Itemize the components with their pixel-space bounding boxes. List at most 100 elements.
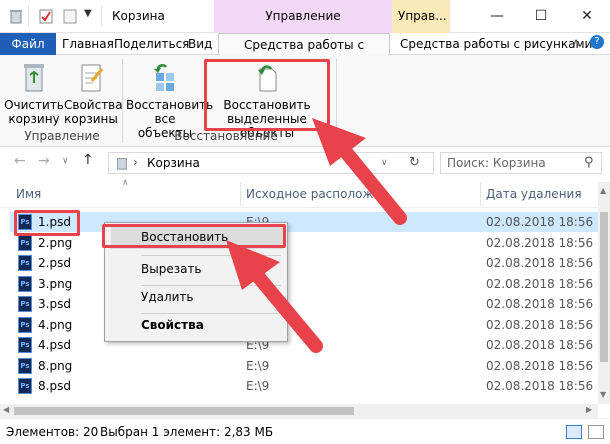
tab-picture-tools[interactable]: Средства работы с рисунками [394,33,598,55]
restore-all-icon [154,64,174,91]
chevron-down-icon[interactable]: ∨ [62,156,69,166]
menu-item-delete[interactable]: Удалить [111,287,283,309]
up-icon[interactable]: ↑ [82,152,94,168]
empty-recycle-bin-button[interactable]: Очистить корзину [4,61,64,126]
image-file-icon: Ps [18,357,32,374]
scroll-thumb[interactable] [600,212,608,362]
help-icon[interactable]: ? [590,35,604,49]
status-bar: Элементов: 20 Выбран 1 элемент: 2,83 МБ [0,418,610,444]
table-row[interactable]: Ps 3.psd 02.08.2018 18:56 [10,294,598,314]
file-date: 02.08.2018 18:56 [486,317,594,332]
recycle-bin-properties-button[interactable]: Свойства корзины [64,61,123,126]
breadcrumb-chevron-icon: › [133,155,138,169]
table-row[interactable]: Ps 2.psd 02.08.2018 18:56 [10,253,598,273]
maximize-icon[interactable]: ☐ [526,4,556,28]
file-name: 4.png [38,317,73,332]
column-header-name[interactable]: Имя [16,187,41,201]
file-date: 02.08.2018 18:56 [486,358,594,373]
menu-item-properties[interactable]: Свойства [111,315,283,337]
group-separator [336,59,337,143]
chevron-down-icon[interactable]: ∨ [381,158,388,168]
sort-up-icon: ∧ [122,178,129,188]
recycle-bin-icon [24,64,44,92]
properties-icon[interactable] [38,8,54,24]
menu-item-cut[interactable]: Вырезать [111,259,283,281]
refresh-icon[interactable]: ↻ [409,155,420,170]
scroll-down-icon[interactable]: ▼ [600,390,606,399]
file-location: E:\9 [246,358,270,373]
column-header-date[interactable]: Дата удаления [486,187,582,201]
tiles-view-icon[interactable] [588,425,604,439]
file-name: 3.png [38,276,73,291]
highlight-box [204,59,330,131]
column-headers: ∧ Имя Исходное расположе... Дата удалени… [0,178,598,208]
photoshop-file-icon: Ps [18,378,32,394]
table-row[interactable]: Ps 8.psd E:\9 02.08.2018 18:56 [10,376,598,396]
menu-separator [141,313,281,314]
details-view-icon[interactable] [566,425,582,439]
contextual-tab-manage[interactable]: Управление [214,0,392,33]
chevron-up-icon[interactable]: ∧ [572,36,580,49]
file-date: 02.08.2018 18:56 [486,215,594,229]
recycle-bin-icon [117,158,127,170]
column-divider[interactable] [480,182,481,206]
bin-props-label-2: корзины [64,112,118,126]
tab-recycle-bin-tools[interactable]: Средства работы с корзиной [218,33,390,74]
close-icon[interactable]: ✕ [572,4,602,28]
contextual-tab-manage-2[interactable]: Управ... [392,0,450,33]
file-date: 02.08.2018 18:56 [486,379,594,393]
new-folder-icon[interactable] [62,8,78,24]
chevron-down-icon[interactable]: ▼ [84,8,92,19]
address-bar[interactable]: › Корзина ∨ ↻ [108,152,434,174]
vertical-scrollbar[interactable]: ▲ ▼ [598,182,610,404]
file-date: 02.08.2018 18:56 [486,297,594,311]
restore-all-label-1: Восстановить [126,98,214,112]
tab-file[interactable]: Файл [0,33,56,55]
table-row[interactable]: Ps 3.png 02.08.2018 18:56 [10,274,598,294]
bin-props-label-1: Свойства [64,98,123,112]
scroll-up-icon[interactable]: ▲ [600,186,606,195]
group-separator [122,59,123,143]
file-date: 02.08.2018 18:56 [486,276,594,291]
file-date: 02.08.2018 18:56 [486,256,594,270]
file-name: 8.psd [38,379,71,393]
group-label-manage: Управление [24,129,100,143]
file-name: 4.psd [38,338,71,352]
image-file-icon: Ps [18,234,32,251]
group-label-restore: Восстановление [174,129,278,143]
table-row[interactable]: Ps 4.psd E:\9 02.08.2018 18:56 [10,335,598,355]
minimize-icon[interactable]: — [482,4,512,28]
menu-separator [141,255,281,256]
table-row[interactable]: Ps 2.png 02.08.2018 18:56 [10,233,598,253]
properties-icon [81,64,104,92]
ribbon: Очистить корзину Свойства корзины Управл… [0,55,610,147]
file-name: 2.psd [38,256,71,270]
table-row[interactable]: Ps 8.png E:\9 02.08.2018 18:56 [10,356,598,376]
table-row[interactable]: Ps1.psdE:\902.08.2018 18:56 [10,212,598,232]
recycle-bin-icon [10,10,22,24]
selection-info: Выбран 1 элемент: 2,83 МБ [100,425,274,439]
table-row[interactable]: Ps 4.png 02.08.2018 18:56 [10,315,598,335]
photoshop-file-icon: Ps [18,255,32,271]
item-count: Элементов: 20 [6,425,99,439]
highlight-box [102,224,286,248]
empty-bin-label-1: Очистить [4,98,64,112]
scroll-right-icon[interactable]: ▶ [586,405,592,414]
window-title: Корзина [112,9,165,23]
column-header-location[interactable]: Исходное расположе... [246,187,392,201]
empty-bin-label-2: корзину [8,112,60,126]
horizontal-scrollbar[interactable]: ◀ ▶ [0,404,598,418]
menu-separator [141,285,281,286]
scroll-thumb[interactable] [14,407,354,415]
title-bar: ▼ Корзина Управление Управ... — ☐ ✕ [0,0,610,33]
file-name: 8.png [38,358,73,373]
back-icon[interactable]: ← [14,153,26,169]
forward-icon[interactable]: → [38,153,50,169]
scroll-left-icon[interactable]: ◀ [3,405,9,414]
search-icon: ⚲ [584,155,594,170]
breadcrumb[interactable]: Корзина [147,156,200,170]
search-input[interactable]: Поиск: Корзина [440,152,602,174]
photoshop-file-icon: Ps [18,337,32,353]
tab-view[interactable]: Вид [182,33,218,55]
column-divider[interactable] [240,182,241,206]
